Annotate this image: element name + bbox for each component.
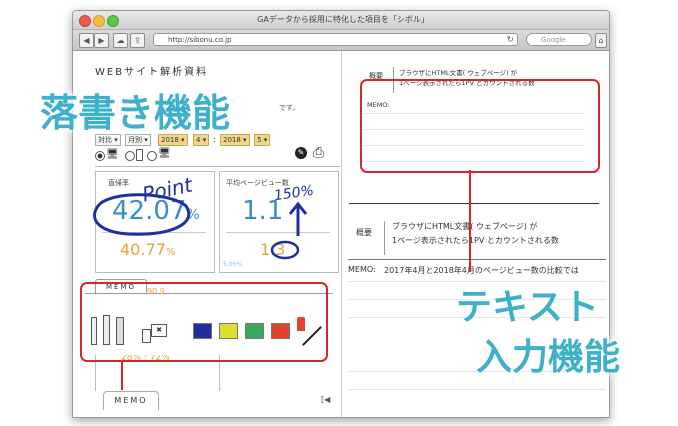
text-input-connector — [469, 170, 471, 272]
scribble-percent: 150% — [273, 183, 315, 204]
handwriting-tools-highlight-box — [80, 282, 328, 362]
scribble-circle — [93, 193, 191, 236]
text-input-feature-label-1: テキスト — [456, 287, 599, 328]
text-input-feature-label-2: 入力機能 — [476, 337, 621, 378]
scribble-arrow — [288, 201, 308, 236]
handwriting-feature-label: 落書き機能 — [40, 91, 231, 135]
memo-connector — [121, 360, 123, 390]
text-input-highlight-box — [360, 79, 600, 173]
scribble-ellipse — [270, 240, 300, 260]
scribble-word: Point — [140, 172, 195, 206]
